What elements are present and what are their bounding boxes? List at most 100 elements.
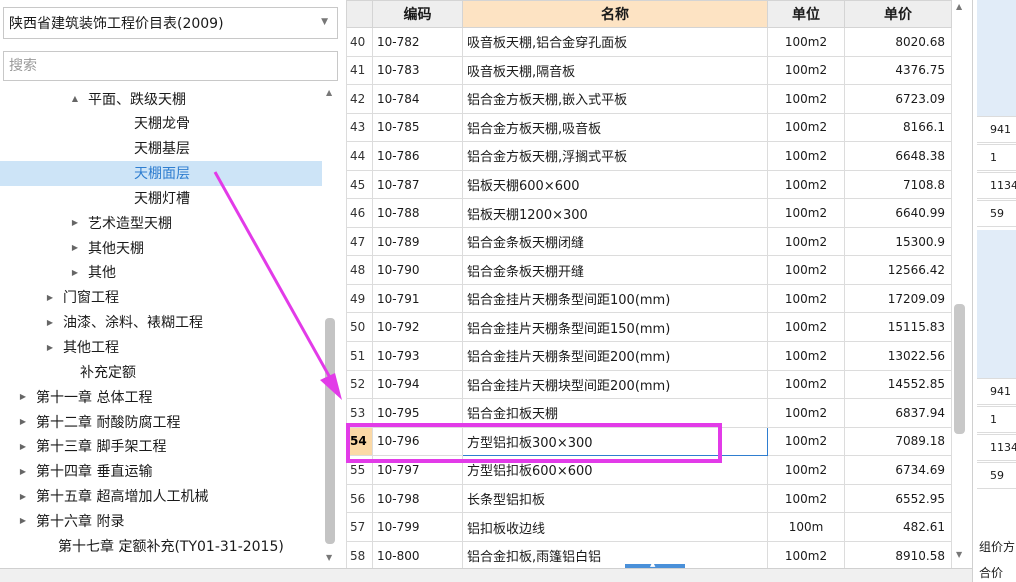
unit-cell[interactable]: 100m2 xyxy=(767,27,845,57)
name-cell[interactable]: 吸音板天棚,铝合金穿孔面板 xyxy=(462,27,768,57)
unit-cell[interactable]: 100m2 xyxy=(767,483,845,514)
row-number-cell[interactable]: 52 xyxy=(346,369,373,400)
detail-cell[interactable]: 1 xyxy=(977,406,1016,433)
price-cell[interactable]: 482.61 xyxy=(844,512,952,542)
expand-arrow-icon[interactable]: ▶ xyxy=(16,467,30,476)
table-row-current[interactable]: 54 10-796 方型铝扣板300×300 100m2 7089.18 xyxy=(346,426,952,457)
unit-column-header[interactable]: 单位 xyxy=(767,0,845,28)
name-cell[interactable]: 铝合金方板天棚,嵌入式平板 xyxy=(462,84,768,114)
price-cell[interactable]: 15115.83 xyxy=(844,312,952,343)
expand-arrow-icon[interactable]: ▶ xyxy=(43,318,57,327)
row-number-cell[interactable]: 54 xyxy=(346,426,373,457)
table-row[interactable]: 55 10-797 方型铝扣板600×600 100m2 6734.69 xyxy=(346,455,952,485)
price-cell[interactable]: 6723.09 xyxy=(844,84,952,114)
unit-cell[interactable]: 100m2 xyxy=(767,169,845,200)
tree-item[interactable]: ▶ 其他 xyxy=(0,260,322,285)
row-number-cell[interactable]: 45 xyxy=(346,169,373,200)
tree-item[interactable]: ▶ 第十一章 总体工程 xyxy=(0,384,322,409)
code-cell[interactable]: 10-786 xyxy=(372,141,463,171)
code-cell[interactable]: 10-792 xyxy=(372,312,463,343)
price-cell[interactable]: 7108.8 xyxy=(844,169,952,200)
code-cell[interactable]: 10-782 xyxy=(372,27,463,57)
tree-item[interactable]: 补充定额 xyxy=(0,359,322,384)
table-row[interactable]: 43 10-785 铝合金方板天棚,吸音板 100m2 8166.1 xyxy=(346,112,952,143)
code-cell[interactable]: 10-790 xyxy=(372,255,463,285)
row-number-cell[interactable]: 48 xyxy=(346,255,373,285)
detail-cell[interactable]: 59 xyxy=(977,462,1016,489)
search-input[interactable] xyxy=(3,51,338,81)
code-cell[interactable]: 10-784 xyxy=(372,84,463,114)
expand-arrow-icon[interactable]: ▶ xyxy=(68,268,82,277)
table-row[interactable]: 45 10-787 铝板天棚600×600 100m2 7108.8 xyxy=(346,169,952,200)
table-row[interactable]: 41 10-783 吸音板天棚,隔音板 100m2 4376.75 xyxy=(346,55,952,86)
table-row[interactable]: 47 10-789 铝合金条板天棚闭缝 100m2 15300.9 xyxy=(346,226,952,257)
name-cell[interactable]: 铝合金方板天棚,吸音板 xyxy=(462,112,768,143)
tree-item[interactable]: 天棚基层 xyxy=(0,136,322,161)
name-cell[interactable]: 铝合金条板天棚闭缝 xyxy=(462,226,768,257)
unit-cell[interactable]: 100m xyxy=(767,512,845,542)
expand-arrow-icon[interactable]: ▶ xyxy=(16,516,30,525)
unit-cell[interactable]: 100m2 xyxy=(767,398,845,428)
code-cell[interactable]: 10-789 xyxy=(372,226,463,257)
scroll-down-arrow-icon[interactable]: ▼ xyxy=(326,553,332,562)
price-cell[interactable]: 4376.75 xyxy=(844,55,952,86)
table-row[interactable]: 57 10-799 铝扣板收边线 100m 482.61 xyxy=(346,512,952,542)
table-row[interactable]: 46 10-788 铝板天棚1200×300 100m2 6640.99 xyxy=(346,198,952,228)
row-number-cell[interactable]: 42 xyxy=(346,84,373,114)
price-cell[interactable]: 6648.38 xyxy=(844,141,952,171)
detail-cell[interactable]: 1134 xyxy=(977,434,1016,461)
tree-item[interactable]: ▲ 平面、跌级天棚 xyxy=(0,86,322,111)
price-cell[interactable]: 6837.94 xyxy=(844,398,952,428)
code-cell[interactable]: 10-800 xyxy=(372,540,463,568)
collapse-arrow-icon[interactable]: ▲ xyxy=(68,94,82,103)
name-cell[interactable]: 铝合金挂片天棚块型间距200(mm) xyxy=(462,369,768,400)
library-dropdown[interactable]: 陕西省建筑装饰工程价目表(2009) ▼ xyxy=(3,7,338,39)
name-cell[interactable]: 方型铝扣板300×300 xyxy=(462,426,768,457)
tree-item[interactable]: ▶ 第十三章 脚手架工程 xyxy=(0,434,322,459)
detail-cell[interactable]: 941 xyxy=(977,116,1016,143)
tree-item[interactable]: ▶ 第十二章 耐酸防腐工程 xyxy=(0,409,322,434)
unit-cell[interactable]: 100m2 xyxy=(767,426,845,457)
price-cell[interactable]: 8020.68 xyxy=(844,27,952,57)
code-cell[interactable]: 10-795 xyxy=(372,398,463,428)
table-row[interactable]: 53 10-795 铝合金扣板天棚 100m2 6837.94 xyxy=(346,398,952,428)
code-cell[interactable]: 10-783 xyxy=(372,55,463,86)
row-number-cell[interactable]: 50 xyxy=(346,312,373,343)
price-cell[interactable]: 17209.09 xyxy=(844,283,952,314)
unit-cell[interactable]: 100m2 xyxy=(767,226,845,257)
expand-arrow-icon[interactable]: ▶ xyxy=(16,492,30,501)
name-cell[interactable]: 铝板天棚600×600 xyxy=(462,169,768,200)
table-row[interactable]: 42 10-784 铝合金方板天棚,嵌入式平板 100m2 6723.09 xyxy=(346,84,952,114)
unit-cell[interactable]: 100m2 xyxy=(767,55,845,86)
name-cell[interactable]: 方型铝扣板600×600 xyxy=(462,455,768,485)
row-number-cell[interactable]: 44 xyxy=(346,141,373,171)
tree-item[interactable]: ▶ 第十六章 附录 xyxy=(0,508,322,533)
code-column-header[interactable]: 编码 xyxy=(372,0,463,28)
name-cell[interactable]: 铝合金扣板,雨篷铝白铝 xyxy=(462,540,768,568)
row-number-cell[interactable]: 55 xyxy=(346,455,373,485)
code-cell[interactable]: 10-794 xyxy=(372,369,463,400)
expand-arrow-icon[interactable]: ▶ xyxy=(16,442,30,451)
expand-arrow-icon[interactable]: ▶ xyxy=(16,392,30,401)
name-column-header[interactable]: 名称 xyxy=(462,0,768,28)
code-cell[interactable]: 10-798 xyxy=(372,483,463,514)
unit-cell[interactable]: 100m2 xyxy=(767,455,845,485)
price-cell[interactable]: 8166.1 xyxy=(844,112,952,143)
row-number-cell[interactable]: 47 xyxy=(346,226,373,257)
name-cell[interactable]: 铝合金扣板天棚 xyxy=(462,398,768,428)
tree-scrollbar-thumb[interactable] xyxy=(325,318,335,544)
price-cell[interactable]: 6640.99 xyxy=(844,198,952,228)
tree-item[interactable]: ▶ 其他工程 xyxy=(0,335,322,360)
tree-item-selected[interactable]: 天棚面层 xyxy=(0,160,322,186)
unit-cell[interactable]: 100m2 xyxy=(767,283,845,314)
code-cell[interactable]: 10-791 xyxy=(372,283,463,314)
expand-arrow-icon[interactable]: ▶ xyxy=(16,417,30,426)
row-number-cell[interactable]: 41 xyxy=(346,55,373,86)
price-cell[interactable]: 14552.85 xyxy=(844,369,952,400)
expand-arrow-icon[interactable]: ▶ xyxy=(68,218,82,227)
row-number-cell[interactable]: 57 xyxy=(346,512,373,542)
tree-item[interactable]: 天棚灯槽 xyxy=(0,185,322,210)
unit-cell[interactable]: 100m2 xyxy=(767,84,845,114)
unit-cell[interactable]: 100m2 xyxy=(767,369,845,400)
tree-item[interactable]: ▶ 油漆、涂料、裱糊工程 xyxy=(0,310,322,335)
